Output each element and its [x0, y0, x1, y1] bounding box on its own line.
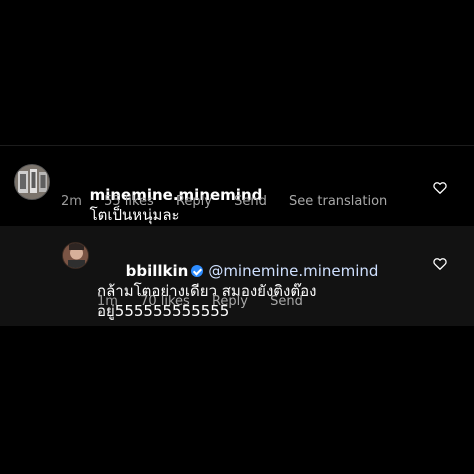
reply-text-block: bbillkin @minemine.minemind กล้ามโตอย่างเ… [97, 241, 412, 341]
reply-username[interactable]: bbillkin [126, 262, 189, 280]
comment-see-translation-button[interactable]: See translation [289, 194, 387, 209]
comment-likes[interactable]: 55 likes [104, 194, 154, 209]
comment-time: 2m [61, 194, 82, 209]
comment-reply: bbillkin @minemine.minemind กล้ามโตอย่างเ… [0, 226, 474, 326]
reply-mention[interactable]: @minemine.minemind [208, 262, 378, 280]
reply-likes[interactable]: 70 likes [140, 294, 190, 309]
avatar[interactable] [14, 164, 50, 200]
heart-icon-svg [433, 258, 447, 270]
verified-badge-icon [191, 265, 204, 277]
reply-meta: 1m 70 likes Reply Send [97, 294, 303, 309]
comment-meta: 2m 55 likes Reply Send See translation [61, 194, 387, 209]
heart-icon[interactable] [433, 257, 447, 271]
comment-send-button[interactable]: Send [234, 194, 267, 209]
avatar[interactable] [62, 242, 89, 269]
comment-main: minemine.minemind โตเป็นหนุ่มละ 2m 55 li… [0, 150, 474, 224]
avatar-image [15, 165, 49, 199]
top-divider [0, 145, 474, 146]
comments-screen: minemine.minemind โตเป็นหนุ่มละ 2m 55 li… [0, 0, 474, 474]
heart-icon-svg [433, 182, 447, 194]
comment-reply-button[interactable]: Reply [176, 194, 212, 209]
avatar-image [63, 243, 88, 268]
reply-send-button[interactable]: Send [270, 294, 303, 309]
reply-reply-button[interactable]: Reply [212, 294, 248, 309]
reply-time: 1m [97, 294, 118, 309]
heart-icon[interactable] [433, 181, 447, 195]
